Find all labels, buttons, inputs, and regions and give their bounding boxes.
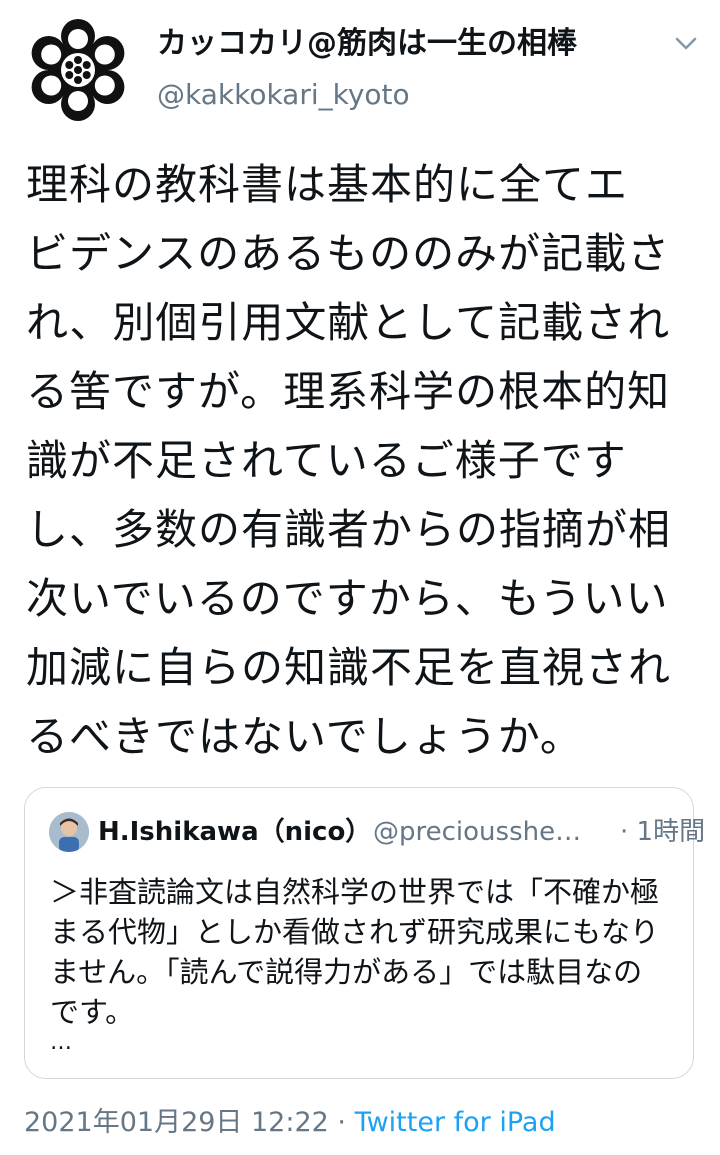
tweet-footer: 2021年01月29日 12:22 · Twitter for iPad bbox=[24, 1104, 556, 1142]
author-handle[interactable]: @kakkokari_kyoto bbox=[157, 76, 410, 114]
kyoto-crest-icon[interactable] bbox=[22, 16, 134, 124]
tweet-source-link[interactable]: Twitter for iPad bbox=[355, 1107, 556, 1138]
quoted-tweet-text: ＞非査読論文は自然科学の世界では「不確か極 まる代物」としか看做されず研究成果に… bbox=[50, 875, 660, 1029]
quoted-tweet-time: · 1時間 bbox=[620, 817, 706, 847]
quoted-author-avatar[interactable] bbox=[49, 812, 89, 852]
tweet-body-text: 理科の教科書は基本的に全てエ ビデンスのあるもののみが記載さ れ、別個引用文献と… bbox=[26, 160, 672, 761]
quoted-author-handle[interactable]: @preciousshe… bbox=[373, 814, 581, 850]
tweet-detail: カッコカリ@筋肉は一生の相棒 @kakkokari_kyoto 理科の教科書は基… bbox=[0, 0, 720, 1155]
quoted-tweet-ellipsis: … bbox=[50, 1030, 72, 1055]
quoted-author-name[interactable]: H.Ishikawa（nico） bbox=[98, 814, 371, 850]
quoted-tweet-card[interactable]: H.Ishikawa（nico） @preciousshe… · 1時間 ＞非査… bbox=[24, 787, 705, 1079]
author-display-name[interactable]: カッコカリ@筋肉は一生の相棒 bbox=[157, 24, 577, 64]
tweet-timestamp: 2021年01月29日 12:22 · bbox=[24, 1107, 355, 1138]
chevron-down-icon[interactable] bbox=[673, 34, 699, 54]
